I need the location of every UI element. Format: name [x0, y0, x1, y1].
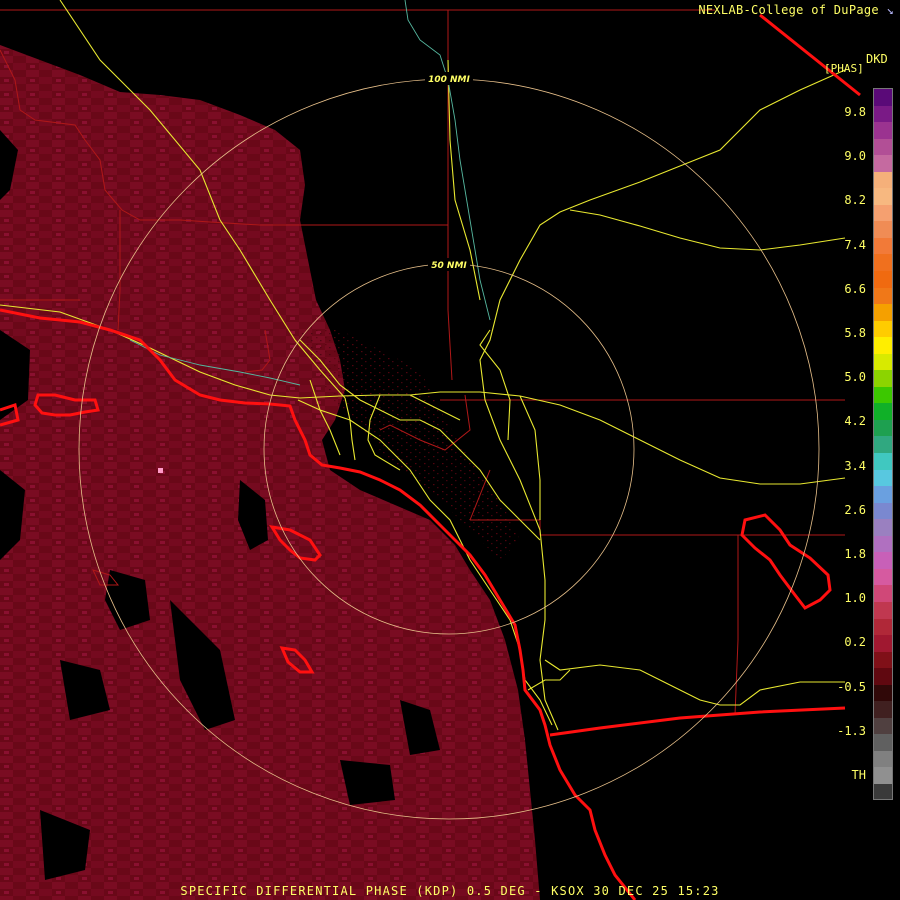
color-scale-tick-label: 1.0 — [844, 591, 866, 606]
color-scale-swatch — [874, 320, 892, 338]
color-scale-tick-label: 3.4 — [844, 458, 866, 473]
product-code: DKD — [866, 52, 888, 66]
color-scale-swatch — [874, 204, 892, 222]
color-scale-tick-label: -0.5 — [837, 679, 866, 694]
color-scale-swatch — [874, 651, 892, 669]
radar-map: 100 NMI 50 NMI — [0, 0, 861, 900]
color-scale-swatch — [874, 684, 892, 702]
color-scale-tick-label: 9.8 — [844, 105, 866, 119]
color-scale-swatch — [874, 353, 892, 371]
color-scale-swatch — [874, 552, 892, 569]
color-scale-tick-label: TH — [851, 768, 866, 782]
color-scale-swatch — [874, 419, 892, 437]
color-scale-tick-label: 2.6 — [844, 502, 866, 517]
color-scale-swatch — [874, 618, 892, 636]
color-scale-tick-label: -1.3 — [837, 723, 866, 738]
color-scale-swatch — [874, 585, 892, 602]
color-scale-swatch — [874, 304, 892, 321]
color-scale-tick-label: 4.2 — [844, 414, 866, 429]
product-unit: [PHAS] — [824, 62, 864, 75]
color-scale-swatch — [874, 287, 892, 305]
color-scale-swatch — [874, 221, 892, 238]
color-scale-swatch — [874, 122, 892, 139]
color-scale-swatch — [874, 535, 892, 553]
color-scale-swatch — [874, 436, 892, 454]
color-scale-swatch — [874, 734, 892, 751]
color-scale-swatch — [874, 750, 892, 768]
arrow-corner-icon: ↘ — [886, 3, 894, 17]
color-scale-swatch — [874, 486, 892, 503]
color-scale-tick-label: 5.8 — [844, 326, 866, 340]
color-scale-swatch — [874, 89, 892, 106]
color-scale-tick-label: 8.2 — [844, 193, 866, 208]
color-scale-bar — [873, 88, 893, 800]
color-scale-swatch — [874, 105, 892, 123]
color-scale-tick-label: 7.4 — [844, 237, 866, 252]
credit-text: NEXLAB-College of DuPage — [698, 3, 879, 17]
color-scale-swatch — [874, 403, 892, 420]
color-scale-swatch — [874, 469, 892, 487]
color-scale-swatch — [874, 519, 892, 536]
range-ring-label-100: 100 NMI — [428, 75, 470, 85]
color-scale-swatch — [874, 254, 892, 272]
color-scale-swatch — [874, 237, 892, 255]
color-scale-tick-label: 6.6 — [844, 281, 866, 296]
color-scale-swatch — [874, 767, 892, 784]
echo-field — [0, 45, 540, 900]
color-scale-swatch — [874, 701, 892, 718]
product-caption: SPECIFIC DIFFERENTIAL PHASE (KDP) 0.5 DE… — [180, 884, 720, 898]
color-scale-swatch — [874, 502, 892, 520]
color-scale-swatch — [874, 601, 892, 619]
color-scale-swatch — [874, 188, 892, 205]
color-scale-swatch — [874, 668, 892, 685]
color-scale-swatch — [874, 453, 892, 470]
color-scale-tick-label: 0.2 — [844, 635, 866, 650]
color-scale-swatch — [874, 783, 892, 799]
color-scale-swatch — [874, 271, 892, 288]
color-scale-swatch — [874, 717, 892, 735]
color-scale-swatch — [874, 138, 892, 156]
credit-label: NEXLAB-College of DuPage ↘ — [698, 3, 894, 17]
color-scale-swatch — [874, 337, 892, 354]
color-scale-tick-label: 9.0 — [844, 149, 866, 164]
color-scale-swatch — [874, 171, 892, 189]
range-ring-label-50: 50 NMI — [431, 261, 467, 271]
color-scale-swatch — [874, 635, 892, 652]
color-scale-swatch — [874, 568, 892, 586]
color-scale-tick-label: 1.8 — [844, 547, 866, 561]
color-scale-swatch — [874, 155, 892, 172]
color-scale-swatch — [874, 386, 892, 404]
color-scale-swatch — [874, 370, 892, 387]
color-scale-tick-label: 5.0 — [844, 370, 866, 385]
